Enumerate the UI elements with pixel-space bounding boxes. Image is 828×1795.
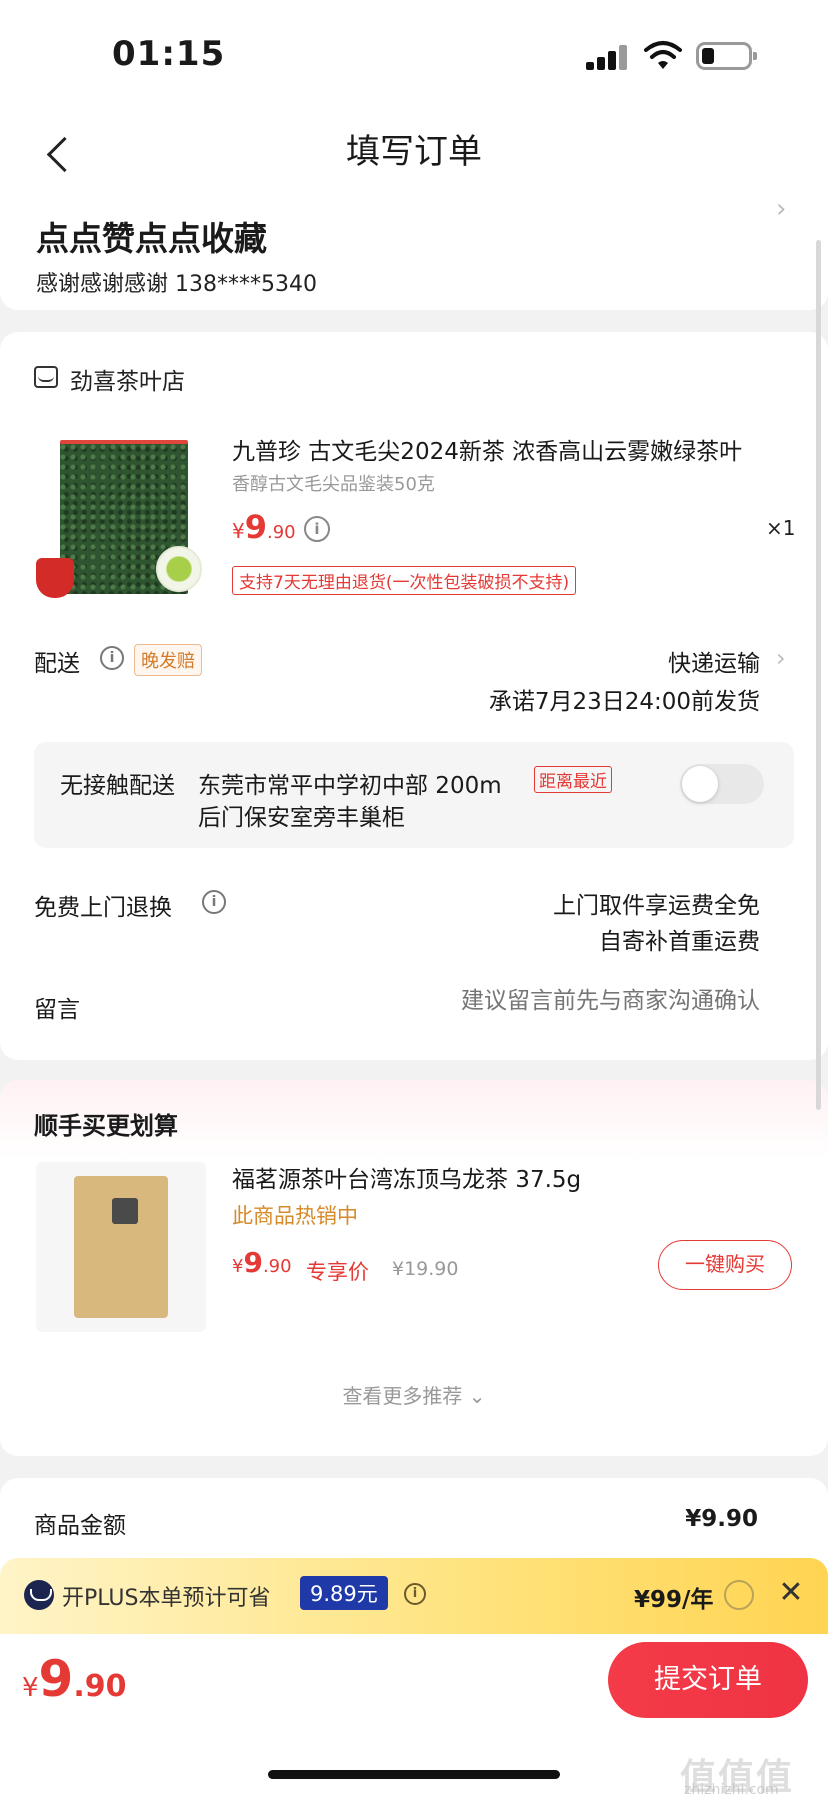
locker-address-line1: 东莞市常平中学初中部 200m xyxy=(198,773,502,799)
chevron-right-icon: › xyxy=(776,644,786,672)
message-input[interactable] xyxy=(400,988,760,1014)
one-click-buy-button[interactable]: 一键购买 xyxy=(658,1240,792,1290)
price-currency: ¥ xyxy=(232,1256,244,1277)
order-card: 劲喜茶叶店 九普珍 古文毛尖2024新茶 浓香高山云雾嫩绿茶叶 香醇古文毛尖品鉴… xyxy=(0,332,828,1060)
bottom-bar: ¥9.90 提交订单 值值值 zhizhizhi.com xyxy=(0,1634,828,1795)
goods-amount-value: ¥9.90 xyxy=(685,1506,758,1532)
plus-save-amount: 9.89元 xyxy=(300,1576,388,1610)
message-label: 留言 xyxy=(34,997,80,1023)
plus-select-radio[interactable] xyxy=(724,1580,754,1610)
price-info-icon[interactable]: i xyxy=(304,516,330,542)
plus-promo-bar: 开PLUS本单预计可省 9.89元 i ¥99/年 ✕ xyxy=(0,1558,828,1634)
locker-address-line2: 后门保安室旁丰巢柜 xyxy=(198,805,405,831)
exclusive-price-label: 专享价 xyxy=(306,1260,369,1284)
battery-icon xyxy=(696,42,757,70)
price-integer: 9 xyxy=(244,508,267,546)
shop-name[interactable]: 劲喜茶叶店 xyxy=(70,362,185,396)
product-price: ¥9.90 xyxy=(232,508,296,546)
price-decimal: .90 xyxy=(262,1256,292,1277)
return-policy-tag: 支持7天无理由退货(一次性包装破损不支持) xyxy=(232,566,577,595)
status-bar: 01:15 xyxy=(0,0,828,110)
receiver-contact: 感谢感谢感谢 138****5340 xyxy=(36,272,317,297)
recommend-card: 顺手买更划算 福茗源茶叶台湾冻顶乌龙茶 37.5g 此商品热销中 ¥9.90 专… xyxy=(0,1080,828,1456)
close-icon[interactable]: ✕ xyxy=(774,1576,808,1610)
product-quantity: ×1 xyxy=(766,516,796,540)
nearest-tag: 距离最近 xyxy=(534,766,612,793)
recommend-title: 顺手买更划算 xyxy=(34,1112,178,1140)
price-currency: ¥ xyxy=(232,519,245,543)
product-title[interactable]: 九普珍 古文毛尖2024新茶 浓香高山云雾嫩绿茶叶 xyxy=(232,432,780,466)
status-time: 01:15 xyxy=(112,34,226,74)
contactless-toggle[interactable] xyxy=(680,764,764,804)
chevron-right-icon: › xyxy=(776,194,787,224)
address-card[interactable]: 点点赞点点收藏 感谢感谢感谢 138****5340 › xyxy=(0,194,828,310)
delivery-promise: 承诺7月23日24:00前发货 xyxy=(488,689,760,715)
free-return-line1: 上门取件享运费全免 xyxy=(553,893,760,919)
plus-info-icon[interactable]: i xyxy=(404,1583,426,1605)
product-image[interactable] xyxy=(36,436,202,606)
quality-badge-icon xyxy=(36,558,74,598)
total-integer: 9 xyxy=(38,1650,74,1708)
home-indicator[interactable] xyxy=(268,1770,560,1779)
delivery-method[interactable]: 快递运输 xyxy=(0,644,760,678)
receiver-name: 点点赞点点收藏 xyxy=(36,219,267,258)
price-integer: 9 xyxy=(243,1246,263,1279)
watermark-url: zhizhizhi.com xyxy=(684,1782,779,1795)
scrollbar[interactable] xyxy=(816,240,821,1110)
recommend-price: ¥9.90 xyxy=(232,1246,292,1279)
total-decimal: .90 xyxy=(73,1669,127,1704)
shop-icon xyxy=(34,366,58,388)
hot-selling-label: 此商品热销中 xyxy=(232,1204,358,1228)
recommend-product-name[interactable]: 福茗源茶叶台湾冻顶乌龙茶 37.5g xyxy=(232,1160,581,1194)
page-title: 填写订单 xyxy=(346,132,482,172)
plus-price: ¥99/年 xyxy=(634,1587,714,1613)
signal-icon xyxy=(586,44,628,70)
product-spec: 香醇古文毛尖品鉴装50克 xyxy=(232,474,435,495)
wifi-icon xyxy=(644,41,682,69)
contactless-delivery-box: 无接触配送 东莞市常平中学初中部 200m 后门保安室旁丰巢柜 距离最近 xyxy=(34,742,794,848)
contactless-label: 无接触配送 xyxy=(60,773,175,799)
original-price: ¥19.90 xyxy=(392,1258,459,1280)
price-decimal: .90 xyxy=(267,522,296,543)
more-recommendations-link[interactable]: 查看更多推荐 ⌄ xyxy=(0,1380,828,1409)
total-currency: ¥ xyxy=(22,1673,39,1703)
free-return-line2: 自寄补首重运费 xyxy=(599,929,760,955)
oolong-bag-graphic xyxy=(74,1176,168,1318)
nav-header: 填写订单 xyxy=(0,110,828,200)
plus-promo-text: 开PLUS本单预计可省 xyxy=(62,1586,271,1611)
recommend-product-image[interactable] xyxy=(36,1162,206,1332)
submit-order-button[interactable]: 提交订单 xyxy=(608,1642,808,1718)
tea-cup-graphic xyxy=(156,546,202,592)
order-total: ¥9.90 xyxy=(22,1650,127,1708)
plus-crown-icon xyxy=(24,1580,54,1610)
